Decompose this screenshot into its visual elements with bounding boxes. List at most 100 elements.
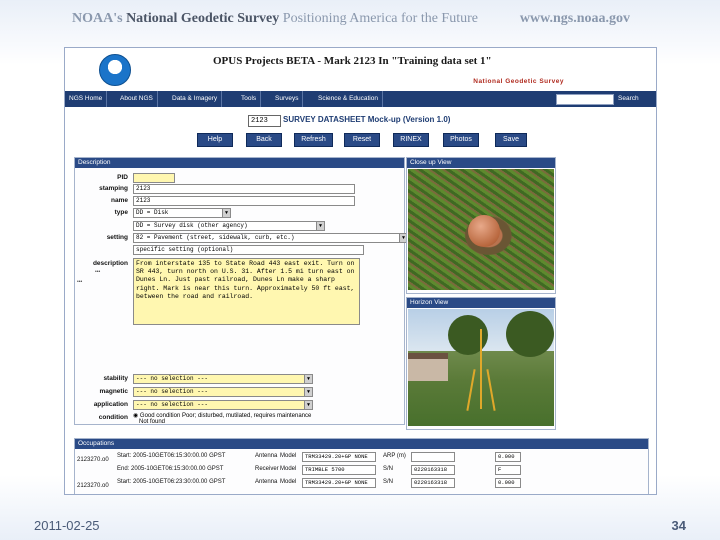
search-button[interactable]: Search xyxy=(618,91,639,107)
setting-select-1[interactable]: DD = Survey disk (other agency) ▼ xyxy=(133,221,325,231)
arp-field[interactable]: 0.000 xyxy=(495,478,521,488)
banner-title: NOAA's National Geodetic Survey Position… xyxy=(72,11,478,27)
chevron-down-icon: ▼ xyxy=(316,222,324,230)
nav-science-education[interactable]: Science & Education xyxy=(314,91,383,107)
pid-field[interactable] xyxy=(133,173,175,183)
description-panel: Description PID stamping 2123 name 2123 … xyxy=(74,157,408,425)
type-select[interactable]: DD = Disk ▼ xyxy=(133,208,231,218)
banner-ngs: National Geodetic Survey xyxy=(126,11,280,26)
name-label: name xyxy=(111,197,128,204)
model-select[interactable]: TRM33429.20+GP NONE xyxy=(302,452,376,462)
noaa-logo-icon[interactable] xyxy=(99,54,131,86)
app-screenshot: OPUS Projects BETA - Mark 2123 In "Train… xyxy=(64,47,657,495)
nav-data-imagery[interactable]: Data & Imagery xyxy=(168,91,223,107)
application-select[interactable]: --- no selection --- ▼ xyxy=(133,400,313,410)
sn-label: S/N xyxy=(383,479,394,485)
condition-radios[interactable]: ◉ Good condition Poor; disturbed, mutila… xyxy=(133,412,311,419)
occupations-header: Occupations xyxy=(75,439,648,449)
occupation-id: 2123270.o0 xyxy=(77,457,109,463)
description-header: Description xyxy=(75,158,404,168)
sn-field[interactable]: 0220163318 xyxy=(411,478,455,488)
chevron-down-icon: ▼ xyxy=(222,209,230,217)
radio-icon[interactable]: ◉ xyxy=(133,413,138,419)
description-label: description xyxy=(92,260,128,267)
side-note-icon: ••• xyxy=(95,269,101,275)
stamping-field[interactable]: 2123 xyxy=(133,184,355,194)
model-label: Model xyxy=(280,466,297,472)
tree-image xyxy=(448,315,488,355)
nav-ngs-home[interactable]: NGS Home xyxy=(65,91,108,107)
nav-bar: NGS Home About NGS Data & Imagery Tools … xyxy=(65,91,656,107)
model-label: Model xyxy=(280,479,297,485)
help-button[interactable]: Help xyxy=(197,133,233,147)
magnetic-select[interactable]: --- no selection --- ▼ xyxy=(133,387,313,397)
house-image xyxy=(408,353,448,381)
occupation-end: End: 2005-10GET06:15:30:00.00 GPST xyxy=(117,466,224,472)
banner-tagline: Positioning America for the Future xyxy=(282,11,478,26)
application-label: application xyxy=(93,401,128,408)
setting-select-2-value: 82 = Pavement (street, sidewalk, curb, e… xyxy=(136,234,295,241)
unit-field[interactable]: F xyxy=(495,465,521,475)
model-select[interactable]: TRIMBLE 5700 xyxy=(302,465,376,475)
closeup-photo[interactable] xyxy=(408,169,554,290)
description-textarea[interactable]: From interstate 135 to State Road 443 ea… xyxy=(133,258,360,325)
condition-label: condition xyxy=(98,414,128,421)
nav-tools[interactable]: Tools xyxy=(237,91,262,107)
type-select-value: DD = Disk xyxy=(136,209,169,216)
table-row: End: 2005-10GET06:15:30:00.00 GPST Recei… xyxy=(75,464,648,477)
search-input[interactable] xyxy=(556,94,614,105)
condition-text-2: Not found xyxy=(139,419,166,425)
reset-button[interactable]: Reset xyxy=(344,133,380,147)
occupation-start: Start: 2005-10GET06:23:30:00.00 GPST xyxy=(117,479,226,485)
type-label: type xyxy=(114,209,128,216)
station-input[interactable]: 2123 xyxy=(248,115,281,127)
name-field[interactable]: 2123 xyxy=(133,196,355,206)
horizon-photo[interactable] xyxy=(408,309,554,426)
antenna-label: Antenna xyxy=(255,453,278,459)
tripod-leg-image xyxy=(486,369,496,411)
datasheet-title: SURVEY DATASHEET Mock-up (Version 1.0) xyxy=(283,115,451,124)
sn-field[interactable]: 0220163318 xyxy=(411,465,455,475)
pid-label: PID xyxy=(117,174,128,181)
footer-page-number: 34 xyxy=(671,518,686,533)
magnetic-label: magnetic xyxy=(99,388,128,395)
antenna-label: Antenna xyxy=(255,479,278,485)
occupations-panel: Occupations 2123270.o0 Start: 2005-10GET… xyxy=(74,438,649,494)
slide-banner: NOAA's National Geodetic Survey Position… xyxy=(0,0,720,40)
app-title: OPUS Projects BETA - Mark 2123 In "Train… xyxy=(213,55,492,67)
sn-field[interactable] xyxy=(411,452,455,462)
side-note-2-icon: ••• xyxy=(77,279,83,285)
sn-label: ARP (m) xyxy=(383,453,406,459)
arp-field[interactable]: 0.000 xyxy=(495,452,521,462)
stability-label: stability xyxy=(103,375,128,382)
specific-setting-label: specific setting (optional) xyxy=(136,246,234,253)
save-button[interactable]: Save xyxy=(495,133,527,147)
rinex-button[interactable]: RINEX xyxy=(393,133,429,147)
receiver-label: Receiver xyxy=(255,466,279,472)
nav-surveys[interactable]: Surveys xyxy=(271,91,304,107)
stability-select-value: --- no selection --- xyxy=(136,375,209,382)
horizon-header: Horizon View xyxy=(407,298,555,308)
closeup-header: Close up View xyxy=(407,158,555,168)
back-button[interactable]: Back xyxy=(246,133,282,147)
setting-label: setting xyxy=(106,234,128,241)
nav-about-ngs[interactable]: About NGS xyxy=(116,91,158,107)
org-name: National Geodetic Survey xyxy=(473,78,564,85)
sn-label: S/N xyxy=(383,466,394,472)
photos-button[interactable]: Photos xyxy=(443,133,479,147)
chevron-down-icon: ▼ xyxy=(304,388,312,396)
application-select-value: --- no selection --- xyxy=(136,401,209,408)
specific-setting-field[interactable]: specific setting (optional) xyxy=(133,245,364,255)
banner-url: www.ngs.noaa.gov xyxy=(519,11,630,26)
horizon-panel: Horizon View xyxy=(406,297,556,430)
setting-select-2[interactable]: 82 = Pavement (street, sidewalk, curb, e… xyxy=(133,233,408,243)
stamping-label: stamping xyxy=(99,185,128,192)
stability-select[interactable]: --- no selection --- ▼ xyxy=(133,374,313,384)
condition-text: Good condition Poor; disturbed, mutilate… xyxy=(139,413,312,419)
refresh-button[interactable]: Refresh xyxy=(294,133,333,147)
setting-select-1-value: DD = Survey disk (other agency) xyxy=(136,222,248,229)
condition-radio-2[interactable]: Not found xyxy=(139,419,165,425)
model-select[interactable]: TRM33429.20+GP NONE xyxy=(302,478,376,488)
magnetic-select-value: --- no selection --- xyxy=(136,388,209,395)
tripod-leg-image xyxy=(466,369,476,411)
